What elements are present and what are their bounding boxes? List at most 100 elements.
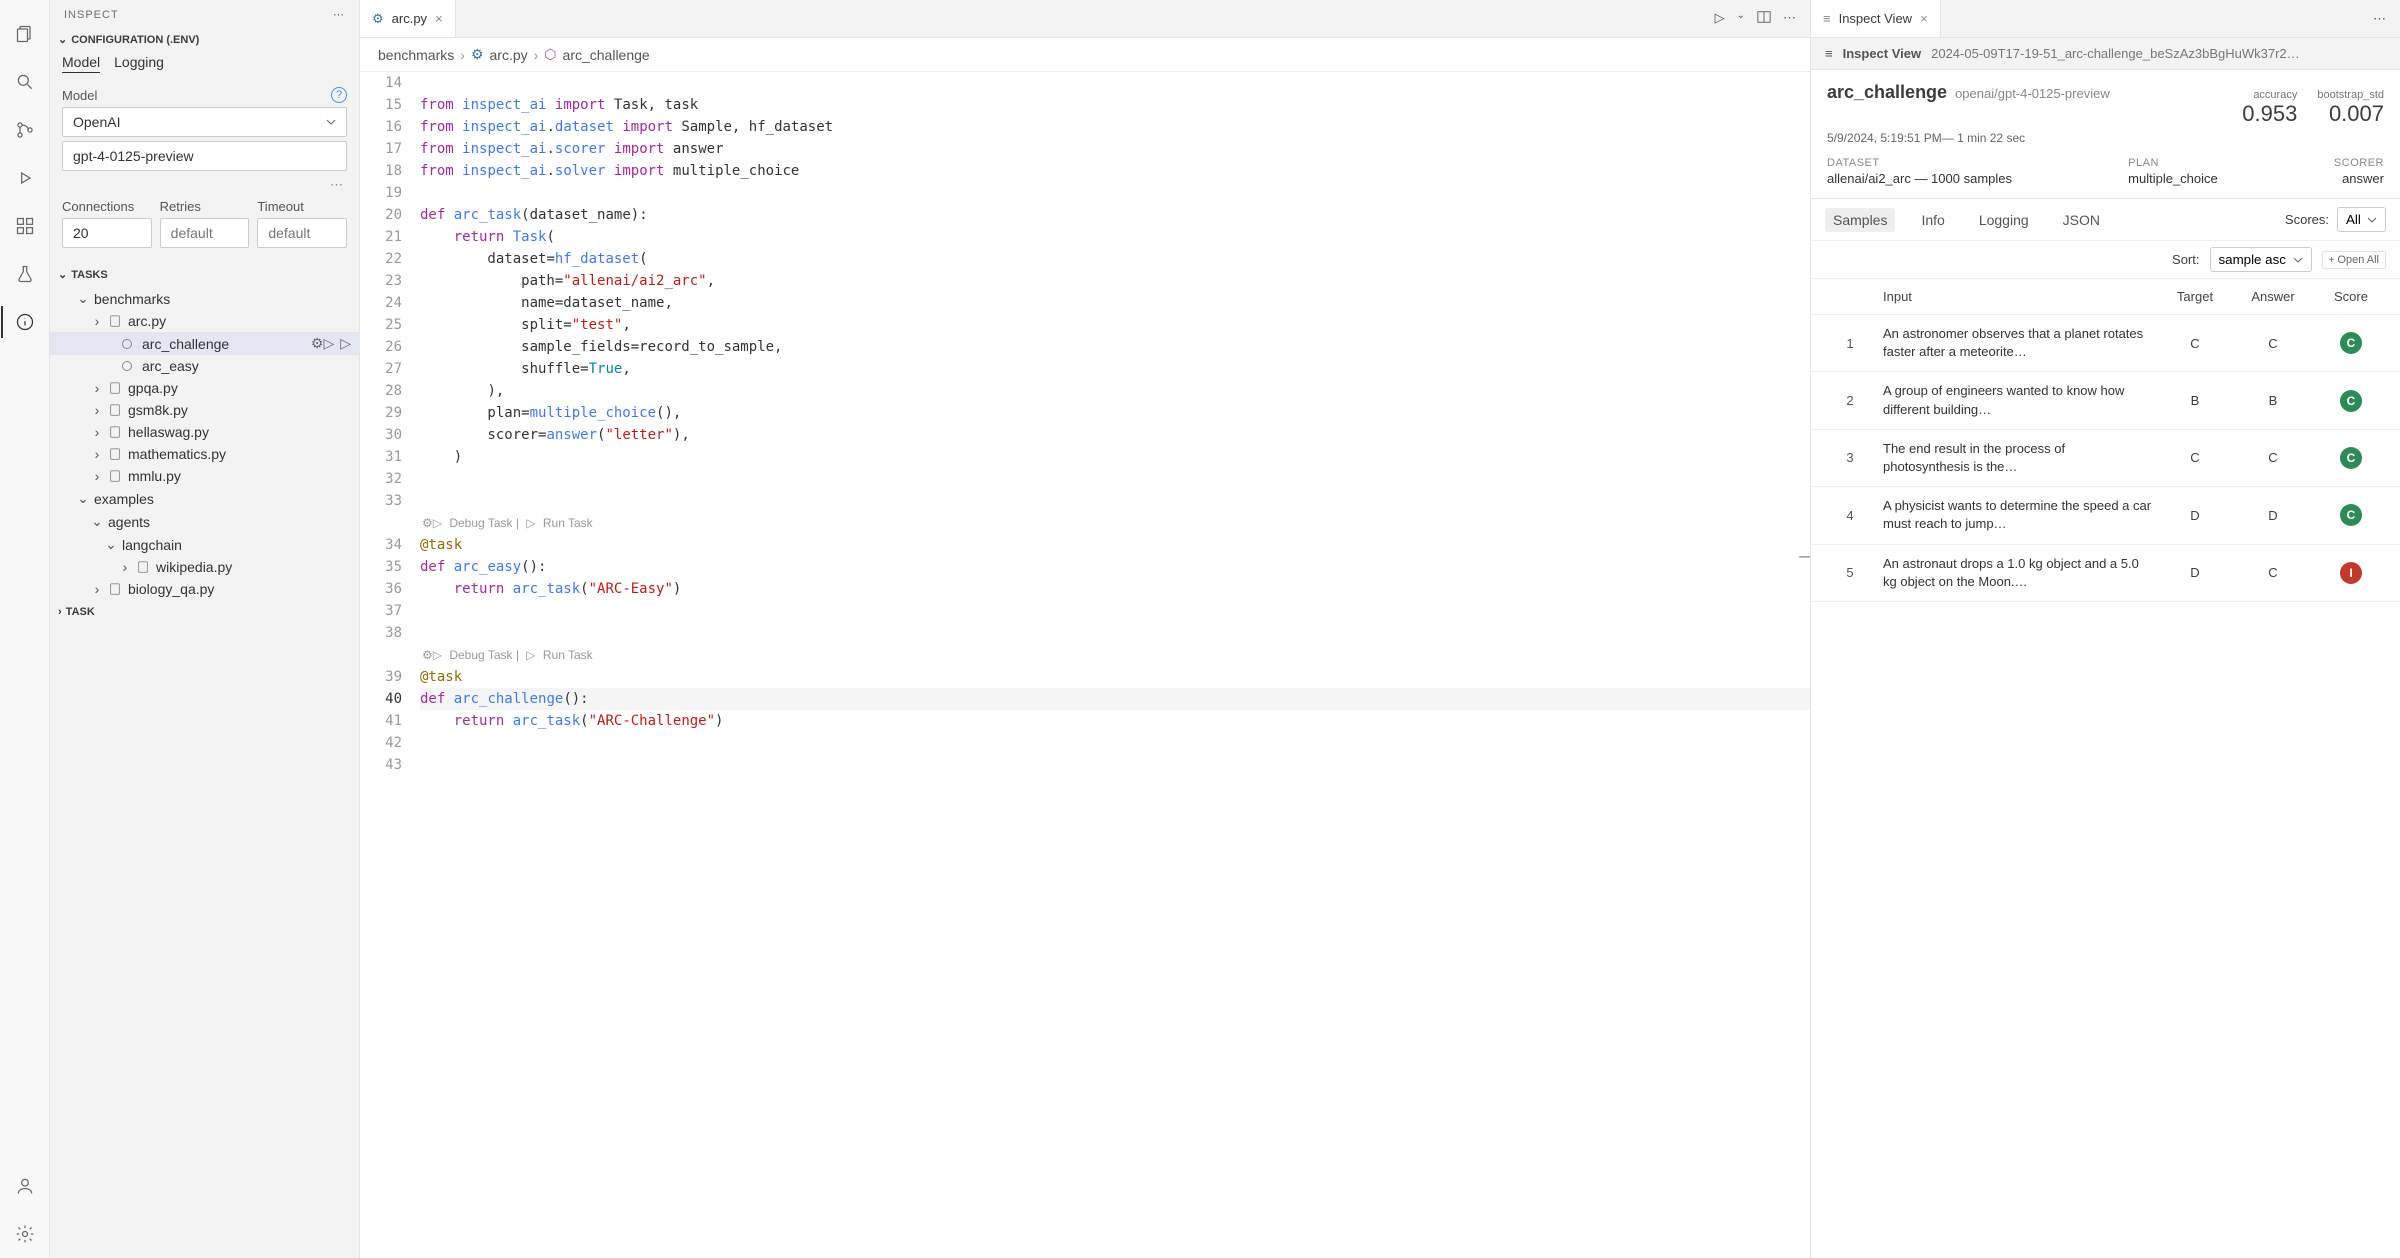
chevron-right-icon: › — [58, 606, 62, 618]
debug-icon[interactable] — [1, 154, 49, 202]
code-line[interactable]: name=dataset_name, — [420, 292, 1810, 314]
code-line[interactable]: @task — [420, 534, 1810, 556]
code-line[interactable]: shuffle=True, — [420, 358, 1810, 380]
breadcrumb[interactable]: benchmarks › ⚙ arc.py › ⬡ arc_challenge — [360, 38, 1810, 72]
codelens[interactable]: ⚙▷ Debug Task | ▷ Run Task — [420, 644, 1810, 666]
tree-item-arc_challenge[interactable]: arc_challenge ⚙▷ ▷ — [50, 332, 359, 355]
code-line[interactable]: from inspect_ai.scorer import answer — [420, 138, 1810, 160]
tree-item-biology_qa-py[interactable]: ›biology_qa.py — [50, 578, 359, 600]
code-line[interactable] — [420, 754, 1810, 776]
code-line[interactable]: scorer=answer("letter"), — [420, 424, 1810, 446]
tree-item-wikipedia-py[interactable]: ›wikipedia.py — [50, 556, 359, 578]
code-line[interactable]: sample_fields=record_to_sample, — [420, 336, 1810, 358]
extensions-icon[interactable] — [1, 202, 49, 250]
code-line[interactable]: ), — [420, 380, 1810, 402]
code-editor[interactable]: 1415161718192021222324252627282930313233… — [360, 72, 1810, 1258]
code-line[interactable] — [420, 600, 1810, 622]
chevron-down-icon[interactable]: ⌄ — [1737, 10, 1745, 27]
code-line[interactable]: plan=multiple_choice(), — [420, 402, 1810, 424]
scores-select[interactable]: All — [2337, 207, 2386, 232]
more-icon[interactable]: ⋯ — [1783, 10, 1796, 27]
code-line[interactable]: return Task( — [420, 226, 1810, 248]
settings-icon[interactable] — [1, 1210, 49, 1258]
connections-input[interactable] — [62, 218, 152, 248]
close-icon[interactable]: × — [435, 11, 443, 26]
config-tab-model[interactable]: Model — [62, 54, 100, 73]
more-icon[interactable]: ⋯ — [2373, 11, 2400, 27]
dataset-label: DATASET — [1827, 157, 2012, 169]
code-line[interactable]: from inspect_ai import Task, task — [420, 94, 1810, 116]
info-icon[interactable] — [1, 298, 49, 346]
code-line[interactable]: def arc_task(dataset_name): — [420, 204, 1810, 226]
tree-item-gsm8k-py[interactable]: ›gsm8k.py — [50, 399, 359, 421]
code-line[interactable] — [420, 622, 1810, 644]
close-icon[interactable]: × — [1920, 11, 1928, 26]
provider-select[interactable]: OpenAI — [62, 107, 347, 137]
code-line[interactable]: from inspect_ai.dataset import Sample, h… — [420, 116, 1810, 138]
code-line[interactable] — [420, 468, 1810, 490]
open-all-button[interactable]: + Open All — [2322, 251, 2387, 269]
tree-item-hellaswag-py[interactable]: ›hellaswag.py — [50, 421, 359, 443]
model-input[interactable] — [62, 141, 347, 171]
tree-item-examples[interactable]: ⌄examples — [50, 487, 359, 510]
debug-task-icon[interactable]: ⚙▷ — [311, 335, 334, 352]
sample-row[interactable]: 1An astronomer observes that a planet ro… — [1811, 315, 2400, 372]
task-section-header[interactable]: › TASK — [50, 602, 359, 622]
code-line[interactable]: def arc_easy(): — [420, 556, 1810, 578]
run-icon[interactable]: ▷ — [1715, 10, 1725, 27]
tree-item-mathematics-py[interactable]: ›mathematics.py — [50, 443, 359, 465]
files-icon[interactable] — [1, 10, 49, 58]
sample-row[interactable]: 2A group of engineers wanted to know how… — [1811, 372, 2400, 429]
code-line[interactable]: ) — [420, 446, 1810, 468]
code-line[interactable]: return arc_task("ARC-Challenge") — [420, 710, 1810, 732]
sample-row[interactable]: 5An astronaut drops a 1.0 kg object and … — [1811, 545, 2400, 602]
tree-item-agents[interactable]: ⌄agents — [50, 510, 359, 533]
sample-row[interactable]: 3The end result in the process of photos… — [1811, 430, 2400, 487]
code-line[interactable]: return arc_task("ARC-Easy") — [420, 578, 1810, 600]
tree-item-arc-py[interactable]: ›arc.py — [50, 310, 359, 332]
sample-row[interactable]: 4A physicist wants to determine the spee… — [1811, 487, 2400, 544]
git-icon[interactable] — [1, 106, 49, 154]
code-line[interactable] — [420, 182, 1810, 204]
inspect-tab-bar: ≡ Inspect View × ⋯ — [1811, 0, 2400, 38]
code-line[interactable] — [420, 490, 1810, 512]
menu-icon[interactable]: ≡ — [1825, 46, 1833, 61]
code-line[interactable]: path="allenai/ai2_arc", — [420, 270, 1810, 292]
help-icon[interactable]: ? — [331, 87, 347, 103]
tab-json[interactable]: JSON — [2055, 208, 2108, 232]
account-icon[interactable] — [1, 1162, 49, 1210]
editor-tab[interactable]: ⚙ arc.py × — [360, 0, 456, 37]
retries-input[interactable] — [160, 218, 250, 248]
chevron-right-icon: › — [460, 47, 465, 63]
search-icon[interactable] — [1, 58, 49, 106]
tab-samples[interactable]: Samples — [1825, 208, 1895, 232]
code-line[interactable] — [420, 72, 1810, 94]
tree-item-mmlu-py[interactable]: ›mmlu.py — [50, 465, 359, 487]
codelens[interactable]: ⚙▷ Debug Task | ▷ Run Task — [420, 512, 1810, 534]
file-icon — [122, 339, 138, 349]
beaker-icon[interactable] — [1, 250, 49, 298]
more-icon[interactable]: ⋯ — [333, 8, 345, 21]
inspect-tab[interactable]: ≡ Inspect View × — [1811, 0, 1941, 37]
code-line[interactable]: split="test", — [420, 314, 1810, 336]
tab-logging[interactable]: Logging — [1971, 208, 2037, 232]
tree-item-arc_easy[interactable]: arc_easy — [50, 355, 359, 377]
more-icon[interactable]: ⋯ — [50, 177, 359, 193]
code-line[interactable]: dataset=hf_dataset( — [420, 248, 1810, 270]
tree-item-label: arc_challenge — [142, 336, 229, 352]
tab-info[interactable]: Info — [1913, 208, 1952, 232]
code-line[interactable]: from inspect_ai.solver import multiple_c… — [420, 160, 1810, 182]
config-tab-logging[interactable]: Logging — [114, 54, 164, 73]
sort-select[interactable]: sample asc — [2210, 247, 2312, 272]
run-task-icon[interactable]: ▷ — [340, 335, 351, 352]
code-line[interactable]: @task — [420, 666, 1810, 688]
configuration-section-header[interactable]: ⌄ CONFIGURATION (.ENV) — [50, 29, 359, 50]
code-line[interactable]: def arc_challenge(): — [420, 688, 1810, 710]
timeout-input[interactable] — [257, 218, 347, 248]
tree-item-gpqa-py[interactable]: ›gpqa.py — [50, 377, 359, 399]
code-line[interactable] — [420, 732, 1810, 754]
split-editor-icon[interactable] — [1757, 10, 1771, 27]
tasks-section-header[interactable]: ⌄ TASKS — [50, 264, 359, 285]
tree-item-benchmarks[interactable]: ⌄benchmarks — [50, 287, 359, 310]
tree-item-langchain[interactable]: ⌄langchain — [50, 533, 359, 556]
